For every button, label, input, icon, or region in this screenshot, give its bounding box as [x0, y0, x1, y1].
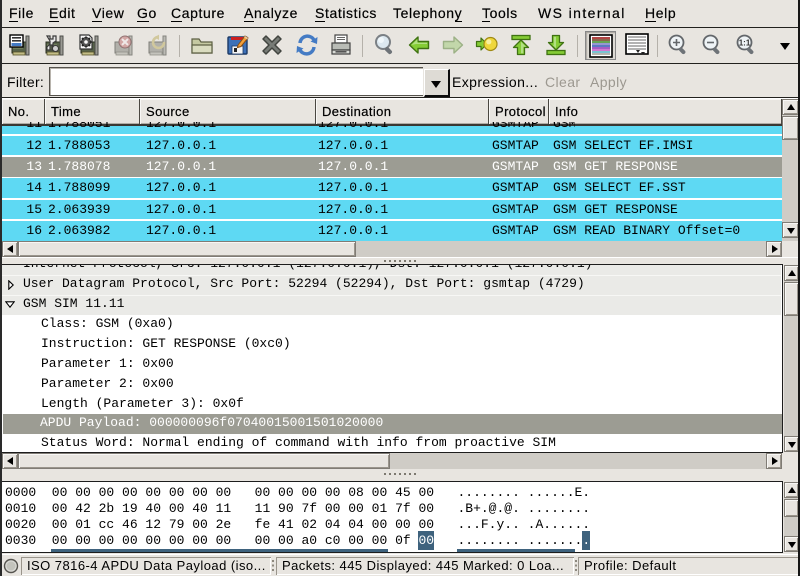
svg-text:1:1: 1:1: [739, 39, 751, 48]
